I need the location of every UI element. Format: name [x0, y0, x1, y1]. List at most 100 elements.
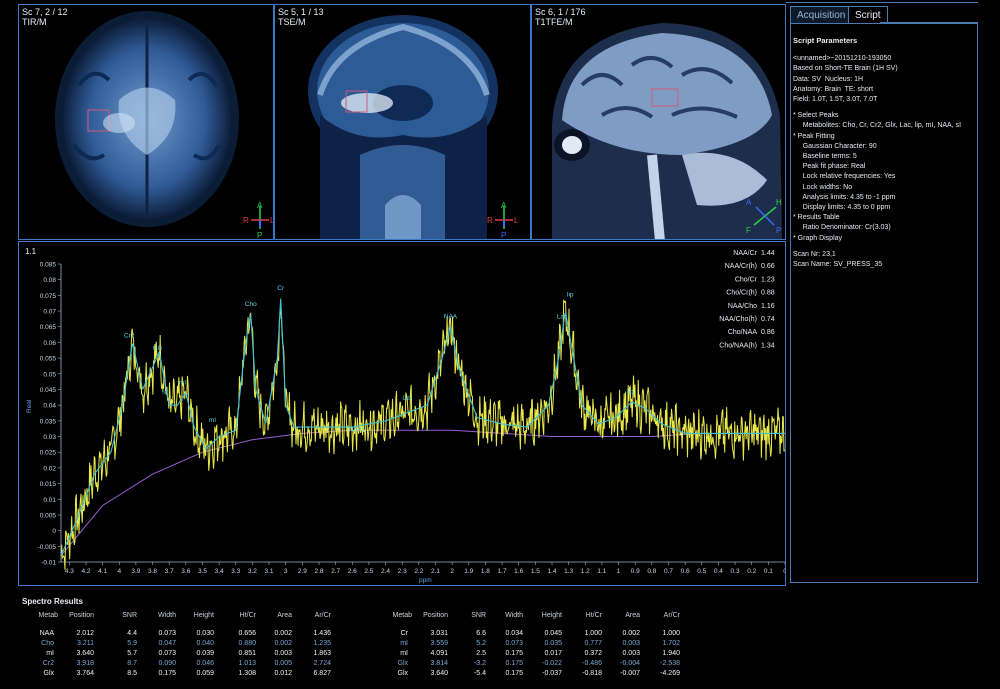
- ratio-value: 0.74: [761, 316, 775, 323]
- x-tick-label: 3.8: [148, 568, 157, 575]
- x-tick-label: 1: [617, 568, 621, 575]
- column-header: Height: [541, 612, 562, 619]
- table-cell: 0.047: [158, 640, 176, 647]
- x-tick-label: 0.8: [647, 568, 656, 575]
- sequence-text: T1TFE/M: [535, 17, 573, 27]
- table-cell: mI: [400, 640, 408, 647]
- x-tick-label: 1.6: [514, 568, 523, 575]
- peak-label: lip: [567, 292, 574, 299]
- script-parameter-line: Peak fit phase: Real: [793, 163, 866, 171]
- x-tick-label: 1.8: [481, 568, 490, 575]
- x-tick-label: 0.7: [664, 568, 673, 575]
- column-header: SNR: [471, 612, 486, 619]
- column-header: Area: [625, 612, 640, 619]
- script-parameter-line: Scan Nr: 23,1: [793, 250, 836, 258]
- x-tick-label: 3.9: [131, 568, 140, 575]
- table-cell: Cho: [41, 640, 54, 647]
- table-cell: 3.640: [76, 650, 94, 657]
- table-cell: 0.175: [505, 650, 523, 657]
- y-tick-label: 0.07: [43, 309, 56, 316]
- script-parameter-line: Data: SV Nucleus: 1H: [793, 75, 864, 83]
- viewport-axial-label: Sc 7, 2 / 12 TIR/M: [22, 7, 68, 27]
- column-header: Width: [158, 612, 176, 619]
- y-tick-label: 0.06: [43, 340, 56, 347]
- table-cell: 5.9: [127, 640, 137, 647]
- x-tick-label: 2.1: [431, 568, 440, 575]
- table-cell: 3.640: [430, 670, 448, 677]
- y-tick-label: -0.01: [41, 560, 56, 567]
- scan-index-text: Sc 5, 1 / 13: [278, 7, 324, 17]
- ratio-name: Cho/NAA(h): [719, 342, 757, 349]
- table-cell: 3.211: [77, 640, 94, 647]
- table-cell: mI: [400, 650, 408, 657]
- table-cell: 1.000: [584, 630, 602, 637]
- viewport-sagittal-label: Sc 6, 1 / 176 T1TFE/M: [535, 7, 586, 27]
- tab-acquisition[interactable]: Acquisition: [790, 6, 853, 23]
- x-tick-label: 0.3: [731, 568, 740, 575]
- table-cell: -2.538: [660, 660, 680, 667]
- script-parameter-line: Metabolites: Cho, Cr, Cr2, Glx, Lac, lip…: [793, 122, 962, 130]
- x-tick-label: 2.8: [314, 568, 323, 575]
- table-cell: Glx: [397, 670, 409, 677]
- table-cell: 0.039: [196, 650, 214, 657]
- table-cell: 2.5: [476, 650, 486, 657]
- y-tick-label: 0.065: [40, 324, 57, 331]
- table-cell: 0.175: [505, 670, 523, 677]
- y-tick-label: 0.035: [40, 418, 57, 425]
- x-tick-label: 4.2: [81, 568, 90, 575]
- table-cell: 0.073: [158, 630, 176, 637]
- orient-bottom-label: P: [501, 231, 506, 239]
- column-header: Position: [69, 612, 94, 619]
- tab-script[interactable]: Script: [848, 6, 888, 23]
- script-parameter-line: Lock widths: No: [793, 183, 853, 191]
- x-tick-label: 2.5: [364, 568, 373, 575]
- ratio-name: NAA/Cr(h): [725, 263, 757, 270]
- script-parameter-line: Based on Short-TE Brain (1H SV): [793, 65, 898, 73]
- table-cell: 0.040: [196, 640, 214, 647]
- ratio-name: Cho/NAA: [728, 329, 758, 336]
- x-tick-label: 2.7: [331, 568, 340, 575]
- viewport-coronal-label: Sc 5, 1 / 13 TSE/M: [278, 7, 324, 27]
- table-cell: Glx: [397, 660, 409, 667]
- column-header: Ar/Cr: [314, 612, 331, 619]
- table-cell: 0.002: [622, 630, 640, 637]
- viewport-axial[interactable]: Sc 7, 2 / 12 TIR/M A R L P: [18, 4, 274, 240]
- column-header: Width: [505, 612, 523, 619]
- x-tick-label: 2.6: [348, 568, 357, 575]
- table-cell: 0.002: [274, 630, 292, 637]
- table-cell: 0.035: [544, 640, 562, 647]
- table-cell: 1.235: [313, 640, 331, 647]
- axial-brain-image: [55, 11, 239, 227]
- table-cell: 0.045: [544, 630, 562, 637]
- viewport-coronal[interactable]: Sc 5, 1 / 13 TSE/M A R L P: [274, 4, 531, 240]
- script-parameter-line: Display limits: 4.35 to 0 ppm: [793, 204, 891, 212]
- table-cell: Glx: [43, 670, 55, 677]
- table-cell: 0.090: [158, 660, 176, 667]
- script-parameter-line: <unnamed>~20151210-193050: [793, 55, 892, 63]
- x-tick-label: 0.6: [681, 568, 690, 575]
- orient-top-label: A: [501, 201, 507, 210]
- y-tick-label: 0.05: [43, 371, 56, 378]
- x-tick-label: 0: [783, 568, 786, 575]
- x-tick-label: 4.3: [65, 568, 74, 575]
- y-tick-label: 0.085: [40, 262, 57, 269]
- x-tick-label: 0.9: [631, 568, 640, 575]
- column-header: Ht/Cr: [239, 612, 256, 619]
- table-cell: 3.559: [430, 640, 448, 647]
- y-tick-label: 0.08: [43, 277, 56, 284]
- ratio-value: 0.66: [761, 263, 775, 270]
- ratio-value: 0.86: [761, 329, 775, 336]
- table-cell: 3.031: [430, 630, 448, 637]
- orient-bottom-label: F: [746, 226, 751, 235]
- y-tick-label: 0.055: [40, 356, 57, 363]
- viewport-sagittal[interactable]: Sc 6, 1 / 176 T1TFE/M H A P F: [531, 4, 786, 240]
- spectrum-panel[interactable]: 1.1 0.085 0.08 0.075 0.07 0.065 0.06 0.055 0.05…: [18, 241, 786, 586]
- table-cell: 0.851: [238, 650, 256, 657]
- table-cell: 0.005: [274, 660, 292, 667]
- y-tick-label: -0.005: [38, 544, 57, 551]
- x-tick-label: 3: [284, 568, 288, 575]
- peak-label: lip: [627, 389, 634, 396]
- x-tick-label: 2.2: [414, 568, 423, 575]
- peak-label: NAA1: [349, 426, 366, 433]
- ratio-value: 1.34: [761, 342, 775, 349]
